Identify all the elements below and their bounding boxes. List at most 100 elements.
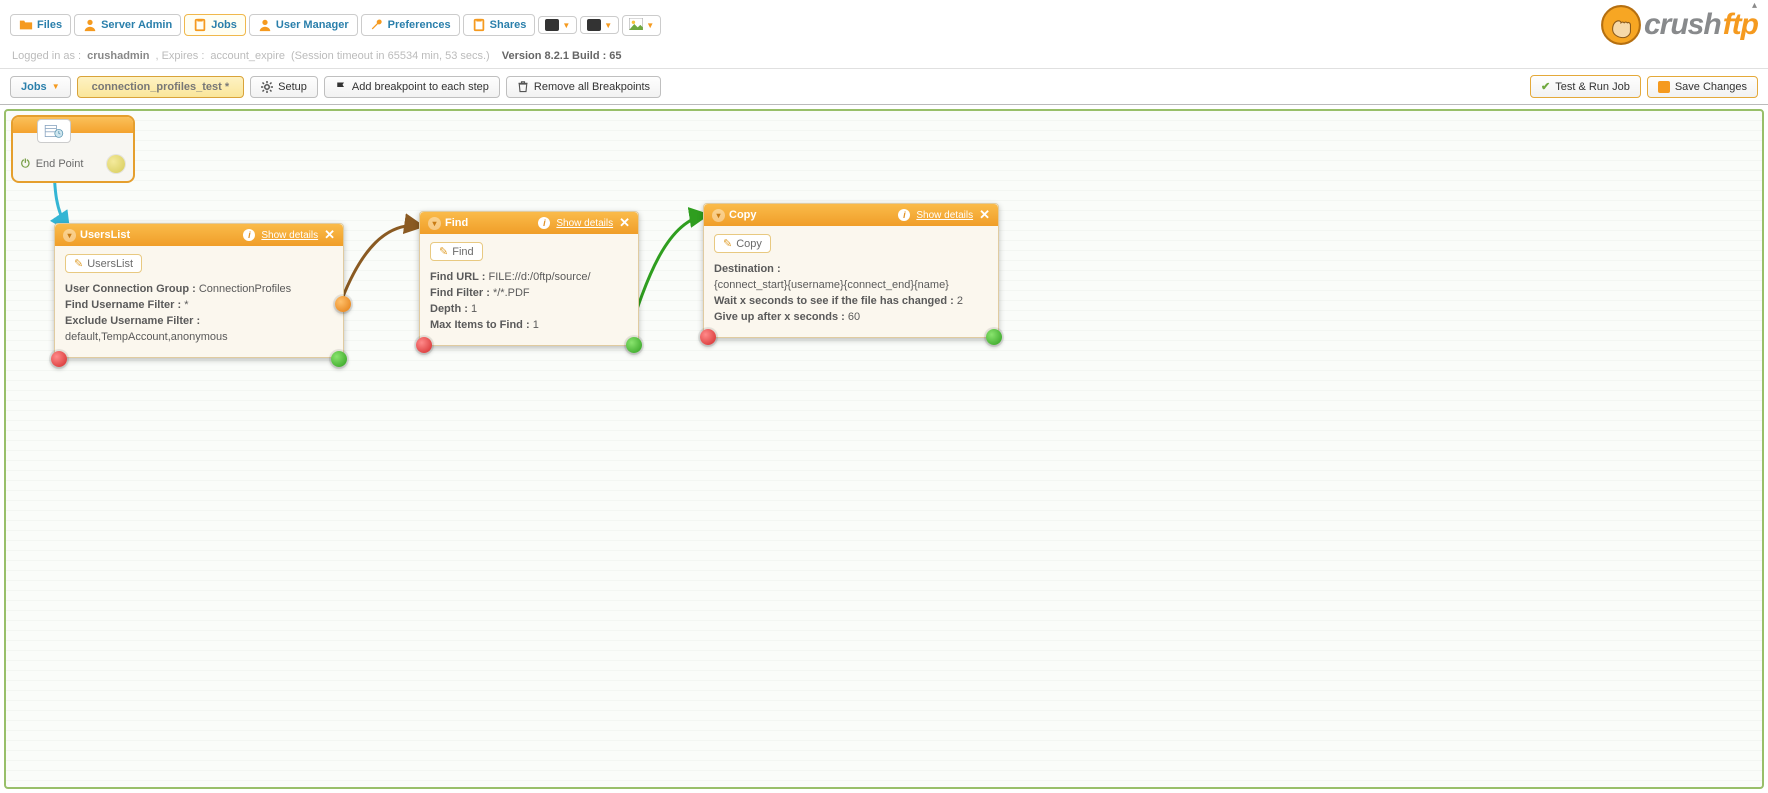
close-icon[interactable]: ✕ (324, 227, 335, 243)
disk-icon (1658, 81, 1670, 93)
nav-jobs-label: Jobs (211, 19, 237, 31)
pencil-icon: ✎ (74, 257, 83, 270)
end-point-label: End Point (36, 158, 101, 170)
status-session: (Session timeout in 65534 min, 53 secs.) (291, 50, 490, 62)
chevron-down-icon: ▼ (562, 21, 570, 30)
connector-fail[interactable] (416, 337, 432, 353)
card-find-edit[interactable]: ✎ Find (430, 242, 483, 261)
collapse-icon[interactable]: ▾ (428, 217, 441, 230)
nav-shares[interactable]: Shares (463, 14, 536, 36)
kv-key: Find Username Filter : (65, 299, 181, 311)
terminal-icon (587, 19, 601, 31)
start-node[interactable]: ⏻ End Point (11, 115, 135, 183)
connector-loop[interactable] (335, 296, 351, 312)
connector-success[interactable] (986, 329, 1002, 345)
show-details-link[interactable]: Show details (261, 230, 318, 241)
close-icon[interactable]: ✕ (979, 207, 990, 223)
scroll-up-icon[interactable]: ▴ (1752, 0, 1766, 14)
card-find[interactable]: ▾ Find i Show details ✕ ✎ Find Find URL … (419, 211, 639, 346)
kv-val: */*.PDF (493, 287, 530, 299)
nav-preferences[interactable]: Preferences (361, 14, 460, 36)
workflow-canvas[interactable]: ⏻ End Point ▾ UsersList i Show details ✕… (4, 109, 1764, 789)
kv-key: User Connection Group : (65, 283, 196, 295)
connector-success[interactable] (626, 337, 642, 353)
status-user: crushadmin (87, 50, 149, 62)
active-job-tab[interactable]: connection_profiles_test * (77, 76, 245, 98)
card-find-header[interactable]: ▾ Find i Show details ✕ (420, 212, 638, 234)
trash-icon (517, 81, 529, 93)
status-line: Logged in as : crushadmin , Expires : ac… (0, 48, 1768, 69)
chevron-down-icon: ▼ (604, 21, 612, 30)
card-userslist-pill-label: UsersList (87, 258, 133, 270)
end-point-row[interactable]: ⏻ End Point (19, 153, 127, 175)
nav-image-dd[interactable]: ▼ (622, 15, 661, 36)
schedule-icon (37, 119, 71, 143)
card-find-body: ✎ Find Find URL : FILE://d:/0ftp/source/… (420, 234, 638, 345)
status-expires-prefix: , Expires : (155, 50, 204, 62)
card-userslist-title: UsersList (80, 229, 130, 241)
card-copy-header[interactable]: ▾ Copy i Show details ✕ (704, 204, 998, 226)
connector-fail[interactable] (700, 329, 716, 345)
show-details-link[interactable]: Show details (916, 210, 973, 221)
nav-preferences-label: Preferences (388, 19, 451, 31)
kv-key: Find URL : (430, 271, 485, 283)
card-copy[interactable]: ▾ Copy i Show details ✕ ✎ Copy Destinati… (703, 203, 999, 338)
nav-user-manager[interactable]: User Manager (249, 14, 358, 36)
kv-val: 60 (848, 311, 860, 323)
remove-breakpoints-button[interactable]: Remove all Breakpoints (506, 76, 661, 98)
terminal-icon (545, 19, 559, 31)
kv-val: 1 (471, 303, 477, 315)
card-copy-pill-label: Copy (736, 238, 762, 250)
nav-terminal-1[interactable]: ▼ (538, 16, 577, 34)
end-point-connector[interactable] (107, 155, 125, 173)
chevron-down-icon: ▼ (646, 21, 654, 30)
pencil-icon: ✎ (723, 237, 732, 250)
jobs-dropdown[interactable]: Jobs ▼ (10, 76, 71, 98)
logo-text-1: crush (1644, 8, 1721, 42)
status-expires: account_expire (210, 50, 285, 62)
nav-files[interactable]: Files (10, 14, 71, 36)
kv-val: 2 (957, 295, 963, 307)
info-icon: i (538, 217, 550, 229)
collapse-icon[interactable]: ▾ (63, 229, 76, 242)
nav-files-label: Files (37, 19, 62, 31)
card-find-title: Find (445, 217, 468, 229)
status-logged-prefix: Logged in as : (12, 50, 81, 62)
kv-val: FILE://d:/0ftp/source/ (488, 271, 590, 283)
chevron-down-icon: ▼ (52, 82, 60, 91)
fist-icon (1600, 4, 1642, 46)
card-copy-edit[interactable]: ✎ Copy (714, 234, 771, 253)
collapse-icon[interactable]: ▾ (712, 209, 725, 222)
card-userslist[interactable]: ▾ UsersList i Show details ✕ ✎ UsersList… (54, 223, 344, 358)
job-toolbar: Jobs ▼ connection_profiles_test * Setup … (0, 69, 1768, 105)
card-copy-title: Copy (729, 209, 757, 221)
nav-jobs[interactable]: Jobs (184, 14, 246, 36)
pencil-icon: ✎ (439, 245, 448, 258)
show-details-link[interactable]: Show details (556, 218, 613, 229)
clipboard-icon (472, 18, 486, 32)
kv-val: default,TempAccount,anonymous (65, 331, 228, 343)
nav-server-admin[interactable]: Server Admin (74, 14, 181, 36)
connector-fail[interactable] (51, 351, 67, 367)
person-icon (83, 18, 97, 32)
connector-success[interactable] (331, 351, 347, 367)
nav-terminal-2[interactable]: ▼ (580, 16, 619, 34)
kv-key: Max Items to Find : (430, 319, 530, 331)
setup-button[interactable]: Setup (250, 76, 318, 98)
test-run-button[interactable]: ✔ Test & Run Job (1530, 75, 1641, 98)
add-breakpoint-button[interactable]: Add breakpoint to each step (324, 76, 500, 98)
kv-key: Exclude Username Filter : (65, 315, 200, 327)
card-find-pill-label: Find (452, 246, 473, 258)
test-run-label: Test & Run Job (1555, 81, 1630, 93)
save-changes-button[interactable]: Save Changes (1647, 76, 1758, 98)
clipboard-icon (193, 18, 207, 32)
card-userslist-body: ✎ UsersList User Connection Group : Conn… (55, 246, 343, 357)
card-userslist-header[interactable]: ▾ UsersList i Show details ✕ (55, 224, 343, 246)
close-icon[interactable]: ✕ (619, 215, 630, 231)
card-copy-body: ✎ Copy Destination : {connect_start}{use… (704, 226, 998, 337)
nav-server-admin-label: Server Admin (101, 19, 172, 31)
save-changes-label: Save Changes (1675, 81, 1747, 93)
kv-val: {connect_start}{username}{connect_end}{n… (714, 279, 949, 291)
kv-val: * (184, 299, 188, 311)
card-userslist-edit[interactable]: ✎ UsersList (65, 254, 142, 273)
